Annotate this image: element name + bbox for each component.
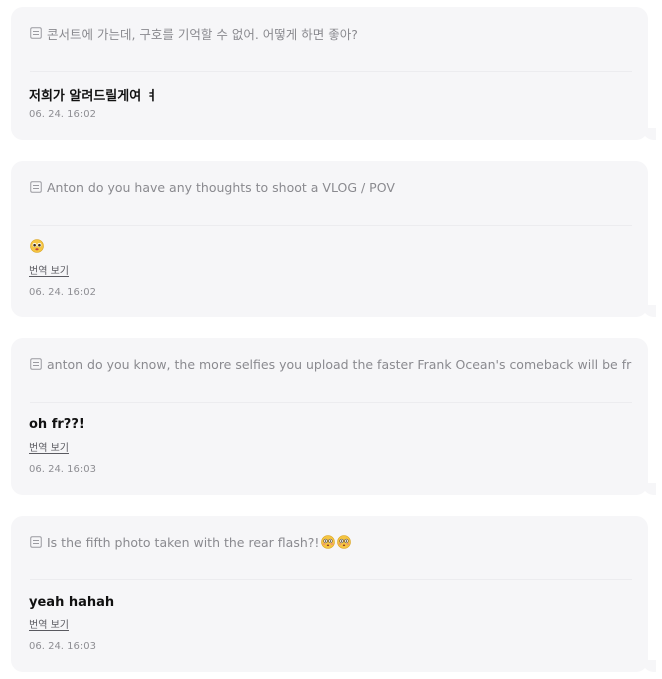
- divider: [30, 579, 632, 580]
- translate-link[interactable]: 번역 보기: [29, 262, 69, 277]
- document-icon: [30, 358, 42, 370]
- question-text: Anton do you have any thoughts to shoot …: [47, 179, 395, 195]
- message-card: Is the fifth photo taken with the rear f…: [11, 516, 656, 672]
- question-text: 콘서트에 가는데, 구호를 기억할 수 없어. 어떻게 하면 좋아?: [47, 26, 358, 42]
- document-icon: [30, 181, 42, 193]
- pleading-face-emoji: [30, 239, 44, 253]
- message-card: 콘서트에 가는데, 구호를 기억할 수 없어. 어떻게 하면 좋아? 저희가 알…: [11, 7, 656, 140]
- answer-text: yeah hahah: [29, 595, 115, 610]
- message-card: Anton do you have any thoughts to shoot …: [11, 161, 656, 317]
- timestamp: 06. 24. 16:03: [29, 464, 96, 475]
- translate-link[interactable]: 번역 보기: [29, 439, 69, 454]
- divider: [30, 402, 632, 403]
- timestamp: 06. 24. 16:02: [29, 109, 96, 120]
- answer-text: 저희가 알려드릴게여 ㅕ: [29, 89, 158, 104]
- question-row: anton do you know, the more selfies you …: [30, 355, 631, 373]
- document-icon: [30, 536, 42, 548]
- question-row: 콘서트에 가는데, 구호를 기억할 수 없어. 어떻게 하면 좋아?: [30, 24, 358, 42]
- document-icon: [30, 27, 42, 39]
- answer-text: oh fr??!: [29, 417, 85, 432]
- question-text-label: Is the fifth photo taken with the rear f…: [47, 534, 320, 550]
- flushed-face-emoji: [337, 535, 352, 549]
- question-row: Is the fifth photo taken with the rear f…: [30, 533, 352, 551]
- timestamp: 06. 24. 16:02: [29, 287, 96, 298]
- divider: [30, 71, 632, 72]
- flushed-face-emoji: [321, 535, 336, 549]
- timestamp: 06. 24. 16:03: [29, 641, 96, 652]
- question-row: Anton do you have any thoughts to shoot …: [30, 178, 395, 196]
- translate-link[interactable]: 번역 보기: [29, 616, 69, 631]
- message-card: anton do you know, the more selfies you …: [11, 338, 656, 495]
- divider: [30, 225, 632, 226]
- message-feed: 콘서트에 가는데, 구호를 기억할 수 없어. 어떻게 하면 좋아? 저희가 알…: [0, 0, 662, 679]
- question-text: anton do you know, the more selfies you …: [47, 356, 632, 372]
- question-text: Is the fifth photo taken with the rear f…: [47, 534, 352, 550]
